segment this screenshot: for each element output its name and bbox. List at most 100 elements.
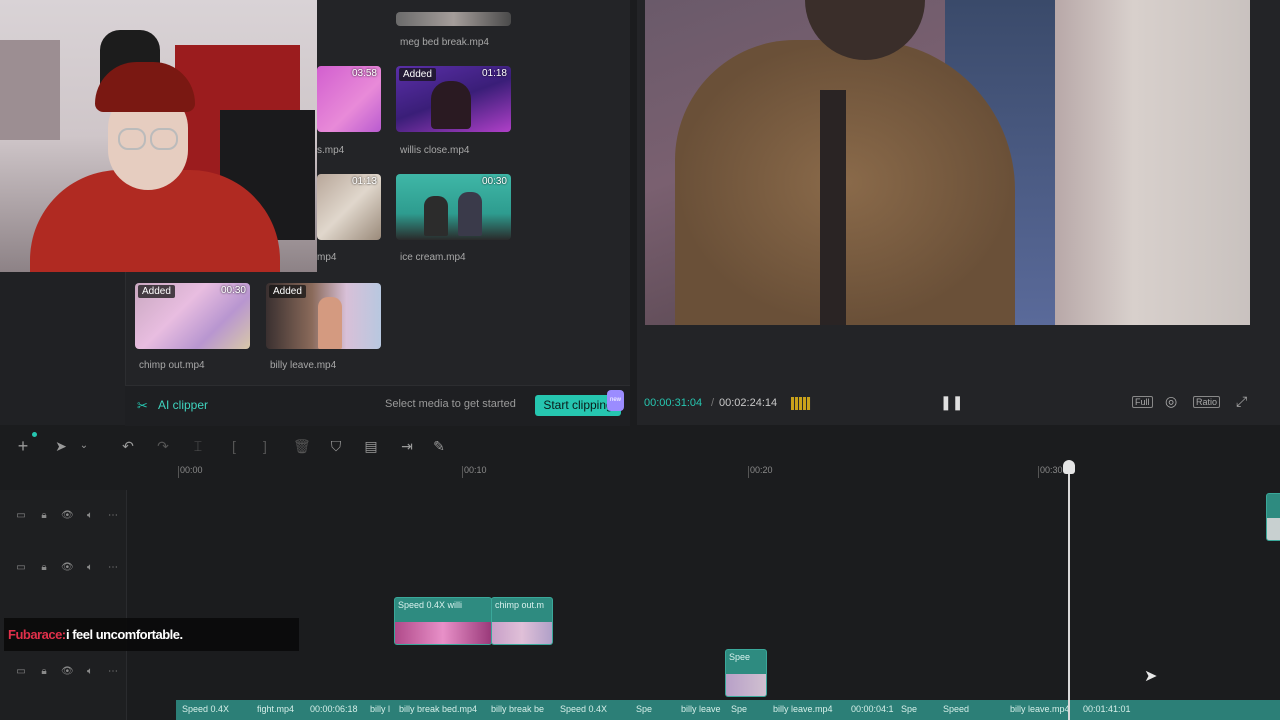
- start-clipping-button[interactable]: Start clipping new: [535, 390, 624, 416]
- total-time: 00:02:24:14: [719, 397, 778, 409]
- eye-icon[interactable]: 👁︎: [61, 562, 74, 574]
- clip-label: Spee: [729, 652, 751, 662]
- strip-label: billy break be: [491, 704, 545, 714]
- notification-dot: [32, 432, 37, 437]
- strip-label: Speed: [943, 704, 970, 714]
- undo-icon[interactable]: ↶: [120, 438, 136, 454]
- clip-thumbnail: [726, 674, 766, 696]
- media-duration: 00:30: [481, 176, 507, 187]
- media-duration: 00:30: [220, 285, 246, 296]
- trim-right-icon[interactable]: ]: [257, 438, 273, 454]
- ruler-label: 00:20: [750, 465, 773, 475]
- more-icon[interactable]: ⋯: [107, 666, 119, 678]
- strip-label: billy l: [370, 704, 391, 714]
- lock-icon[interactable]: 🔒︎: [38, 666, 50, 678]
- track-header: ▭ 🔒︎ 👁︎ 🔈︎ ⋯: [0, 558, 126, 582]
- timeline-clip[interactable]: Speed 0.4X willi: [394, 597, 492, 645]
- speaker-icon[interactable]: 🔈︎: [84, 510, 96, 522]
- eye-icon[interactable]: 👁︎: [61, 666, 74, 678]
- media-thumb-chimp-out[interactable]: Added 00:30: [135, 283, 250, 349]
- delete-icon[interactable]: 🗑: [293, 438, 311, 454]
- redo-icon[interactable]: ↷: [155, 438, 171, 454]
- freeze-icon[interactable]: ⇥: [399, 438, 415, 454]
- chat-message: i feel uncomfortable.: [66, 627, 183, 642]
- add-track-icon[interactable]: +: [15, 437, 31, 455]
- media-duration: 01:13: [351, 176, 377, 187]
- clip-thumbnail: [395, 622, 491, 644]
- ruler-tick: [462, 466, 463, 478]
- ai-clipper-label[interactable]: AI clipper: [158, 398, 208, 412]
- timeline-clip[interactable]: [1266, 493, 1280, 541]
- media-filename: billy leave.mp4: [270, 360, 337, 371]
- chevron-down-icon[interactable]: ⌄: [76, 438, 92, 454]
- strip-label: Spe: [731, 704, 748, 714]
- ai-clipper-icon: ✂: [137, 398, 148, 413]
- media-thumb-billy-leave[interactable]: Added: [266, 283, 381, 349]
- clip-label: chimp out.m: [495, 600, 545, 610]
- video-preview[interactable]: [645, 0, 1250, 325]
- start-clipping-label: Start clipping: [543, 398, 613, 412]
- main-track-strip[interactable]: Speed 0.4X fight.mp4 00:00:06:18 billy l…: [176, 700, 1280, 720]
- marker-icon[interactable]: ⛉: [328, 438, 344, 454]
- chat-username: Fubarace:: [8, 627, 66, 642]
- audio-meter-icon: [791, 397, 811, 410]
- media-filename: mp4: [317, 252, 337, 263]
- subtitle-icon[interactable]: ▤: [363, 438, 379, 454]
- lock-icon[interactable]: 🔒︎: [38, 510, 50, 522]
- edit-icon[interactable]: ✎: [431, 438, 447, 454]
- strip-label: fight.mp4: [257, 704, 295, 714]
- chat-overlay: Fubarace: i feel uncomfortable.: [4, 618, 299, 651]
- snapshot-icon[interactable]: ◎: [1165, 393, 1177, 410]
- strip-label: billy leave.mp4: [1010, 704, 1070, 714]
- current-time: 00:00:31:04: [644, 397, 703, 409]
- media-thumb-willis-close[interactable]: Added 01:18: [396, 66, 511, 132]
- ratio-button[interactable]: Ratio: [1193, 396, 1221, 408]
- media-thumb[interactable]: 03:58: [317, 66, 381, 132]
- timeline-ruler[interactable]: 00:00 00:10 00:20 00:30: [178, 462, 1280, 482]
- pause-icon[interactable]: ❚❚: [940, 394, 963, 411]
- fullscreen-icon[interactable]: ⤢: [1236, 393, 1247, 410]
- speaker-icon[interactable]: 🔈︎: [84, 562, 96, 574]
- ai-clipper-hint: Select media to get started: [385, 398, 516, 410]
- strip-label: 00:00:06:18: [310, 704, 358, 714]
- clip-label: Speed 0.4X willi: [398, 600, 463, 610]
- track-type-icon: ▭: [16, 666, 26, 677]
- time-separator: /: [711, 397, 715, 409]
- clip-thumbnail: [1267, 518, 1280, 540]
- full-button[interactable]: Full: [1132, 396, 1153, 408]
- media-filename: willis close.mp4: [400, 145, 470, 156]
- trim-left-icon[interactable]: [: [226, 438, 242, 454]
- timeline-clip[interactable]: chimp out.m: [491, 597, 553, 645]
- strip-label: Speed 0.4X: [182, 704, 230, 714]
- lock-icon[interactable]: 🔒︎: [38, 562, 50, 574]
- media-thumb-meg-bed-break[interactable]: [396, 12, 511, 26]
- wall-posters: [0, 40, 60, 140]
- video-bg-door: [1055, 0, 1250, 325]
- ruler-tick: [748, 466, 749, 478]
- added-badge: Added: [399, 68, 436, 81]
- strip-label: billy leave: [681, 704, 721, 714]
- ruler-tick: [178, 466, 179, 478]
- speaker-icon[interactable]: 🔈︎: [84, 666, 96, 678]
- eye-icon[interactable]: 👁︎: [61, 510, 74, 522]
- ruler-label: 00:30: [1040, 465, 1063, 475]
- playhead[interactable]: [1068, 462, 1070, 720]
- new-badge: new: [606, 390, 624, 411]
- track-type-icon: ▭: [16, 562, 26, 573]
- added-badge: Added: [269, 285, 306, 298]
- strip-label: 00:01:41:01: [1083, 704, 1131, 714]
- more-icon[interactable]: ⋯: [107, 562, 119, 574]
- timeline-clip[interactable]: Spee: [725, 649, 767, 697]
- strip-label: 00:00:04:1: [851, 704, 894, 714]
- media-thumb-ice-cream[interactable]: 00:30: [396, 174, 511, 240]
- media-filename: ice cream.mp4: [400, 252, 466, 263]
- split-icon[interactable]: ⌶: [190, 438, 206, 454]
- more-icon[interactable]: ⋯: [107, 510, 119, 522]
- playhead-handle[interactable]: [1063, 460, 1075, 474]
- media-thumb[interactable]: 01:13: [317, 174, 381, 240]
- strip-label: Spe: [636, 704, 653, 714]
- select-tool-icon[interactable]: ➤: [53, 438, 69, 454]
- ruler-label: 00:00: [180, 465, 203, 475]
- media-duration: 03:58: [351, 68, 377, 79]
- ruler-label: 00:10: [464, 465, 487, 475]
